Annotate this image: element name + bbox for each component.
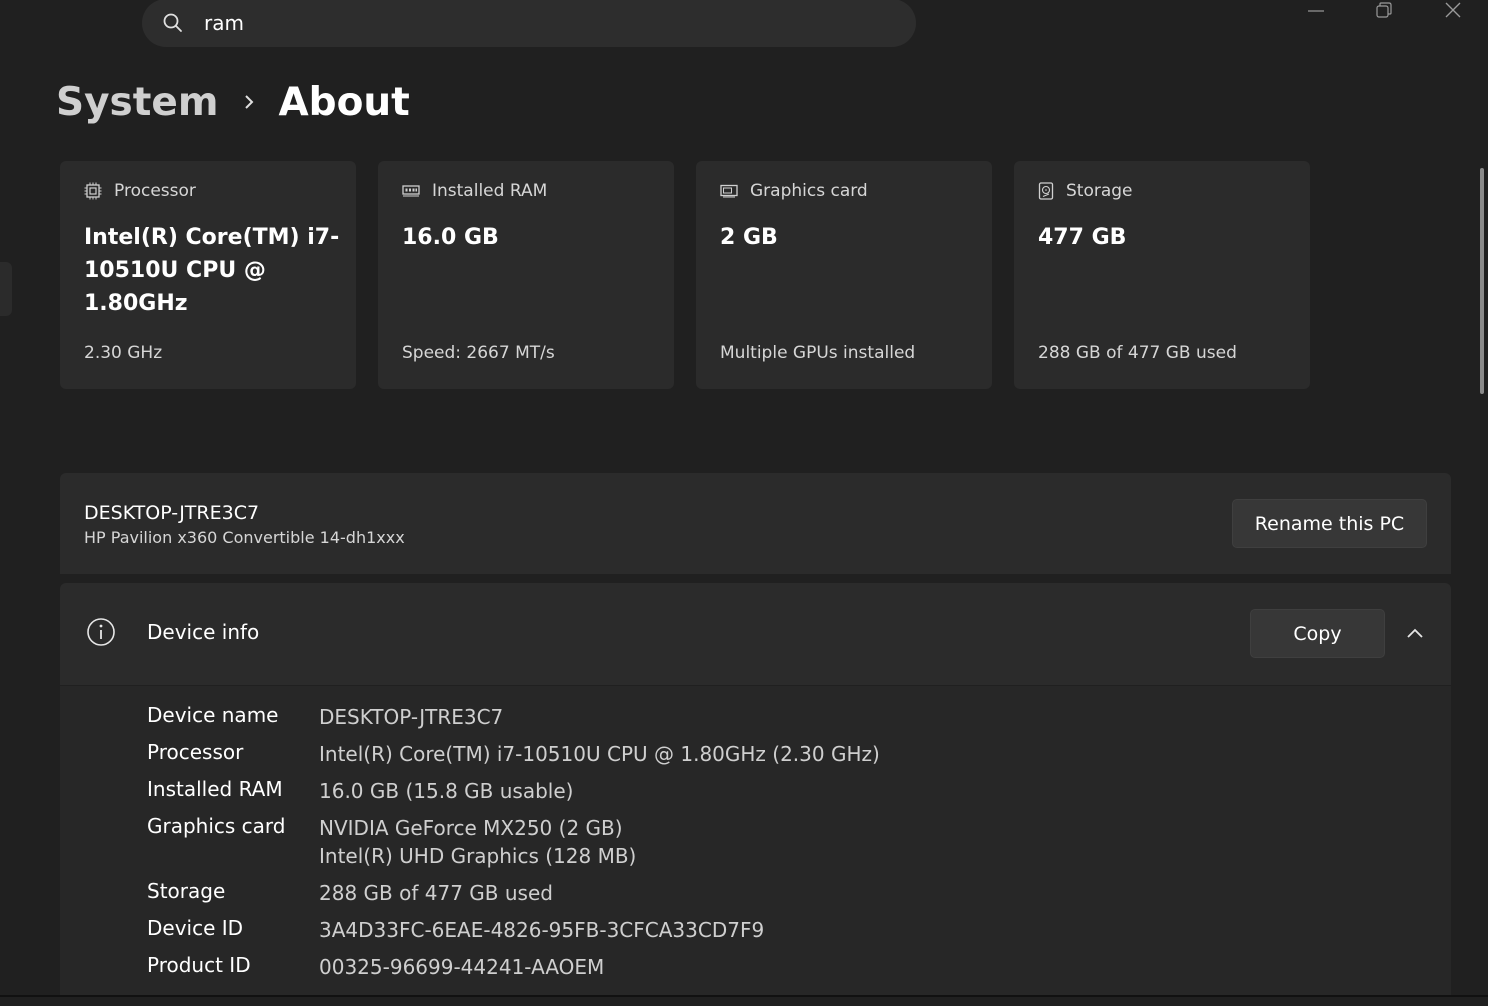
search-input[interactable]: ram <box>204 11 244 35</box>
device-info-header[interactable]: Device info Copy <box>60 583 1451 685</box>
spec-card-graphics: Graphics card 2 GB Multiple GPUs install… <box>696 161 992 389</box>
minimize-icon <box>1308 10 1324 12</box>
taskbar-edge <box>0 995 1488 997</box>
info-value: DESKTOP-JTRE3C7 <box>319 705 504 729</box>
info-value-secondary: Intel(R) UHD Graphics (128 MB) <box>319 844 637 868</box>
info-key: Graphics card <box>147 814 286 838</box>
copy-button[interactable]: Copy <box>1250 609 1385 658</box>
info-key: Processor <box>147 740 244 764</box>
info-icon <box>87 618 115 646</box>
spec-value: Intel(R) Core(TM) i7-10510U CPU @ 1.80GH… <box>84 225 340 316</box>
pc-model: HP Pavilion x360 Convertible 14-dh1xxx <box>84 528 405 547</box>
graphics-card-icon <box>720 184 738 198</box>
info-key: Product ID <box>147 953 251 977</box>
spec-subtext: 2.30 GHz <box>84 343 163 363</box>
chevron-right-icon <box>245 95 254 109</box>
spec-label: Graphics card <box>750 181 868 201</box>
spec-subtext: Multiple GPUs installed <box>720 343 916 363</box>
pc-name: DESKTOP-JTRE3C7 <box>84 502 260 524</box>
nav-pane-handle[interactable] <box>0 262 12 316</box>
info-value: 288 GB of 477 GB used <box>319 881 553 905</box>
processor-icon <box>84 182 102 200</box>
pc-name-panel: DESKTOP-JTRE3C7 HP Pavilion x360 Convert… <box>60 473 1451 574</box>
ram-icon <box>402 185 420 197</box>
spec-label: Storage <box>1066 181 1133 201</box>
device-info-details: Device name DESKTOP-JTRE3C7 Processor In… <box>60 686 1451 996</box>
info-value: Intel(R) Core(TM) i7-10510U CPU @ 1.80GH… <box>319 742 880 766</box>
chevron-up-icon[interactable] <box>1406 627 1424 639</box>
rename-pc-button[interactable]: Rename this PC <box>1232 499 1427 548</box>
spec-card-ram: Installed RAM 16.0 GB Speed: 2667 MT/s <box>378 161 674 389</box>
page-title: About <box>278 79 410 125</box>
info-key: Storage <box>147 879 226 903</box>
spec-subtext: Speed: 2667 MT/s <box>402 343 555 363</box>
spec-label: Installed RAM <box>432 181 548 201</box>
storage-icon <box>1038 182 1054 200</box>
info-value: NVIDIA GeForce MX250 (2 GB) <box>319 816 623 840</box>
spec-card-processor: Processor Intel(R) Core(TM) i7-10510U CP… <box>60 161 356 389</box>
info-value: 00325-96699-44241-AAOEM <box>319 955 605 979</box>
restore-button[interactable] <box>1374 0 1394 22</box>
spec-card-storage: Storage 477 GB 288 GB of 477 GB used <box>1014 161 1310 389</box>
spec-value: 16.0 GB <box>402 225 499 250</box>
info-key: Device name <box>147 703 279 727</box>
spec-label: Processor <box>114 181 196 201</box>
info-key: Device ID <box>147 916 244 940</box>
breadcrumb: System About <box>56 74 410 130</box>
info-value: 3A4D33FC-6EAE-4826-95FB-3CFCA33CD7F9 <box>319 918 765 942</box>
info-value: 16.0 GB (15.8 GB usable) <box>319 779 574 803</box>
close-icon <box>1445 2 1461 18</box>
search-icon <box>163 13 182 32</box>
spec-value: 2 GB <box>720 225 778 250</box>
search-box[interactable]: ram <box>142 0 916 47</box>
close-button[interactable] <box>1443 0 1463 22</box>
scrollbar[interactable] <box>1480 168 1484 394</box>
device-info-title: Device info <box>147 620 260 644</box>
spec-value: 477 GB <box>1038 225 1127 250</box>
spec-subtext: 288 GB of 477 GB used <box>1038 343 1237 363</box>
info-key: Installed RAM <box>147 777 283 801</box>
minimize-button[interactable] <box>1306 0 1326 22</box>
restore-icon <box>1376 2 1392 18</box>
breadcrumb-system[interactable]: System <box>56 80 218 125</box>
